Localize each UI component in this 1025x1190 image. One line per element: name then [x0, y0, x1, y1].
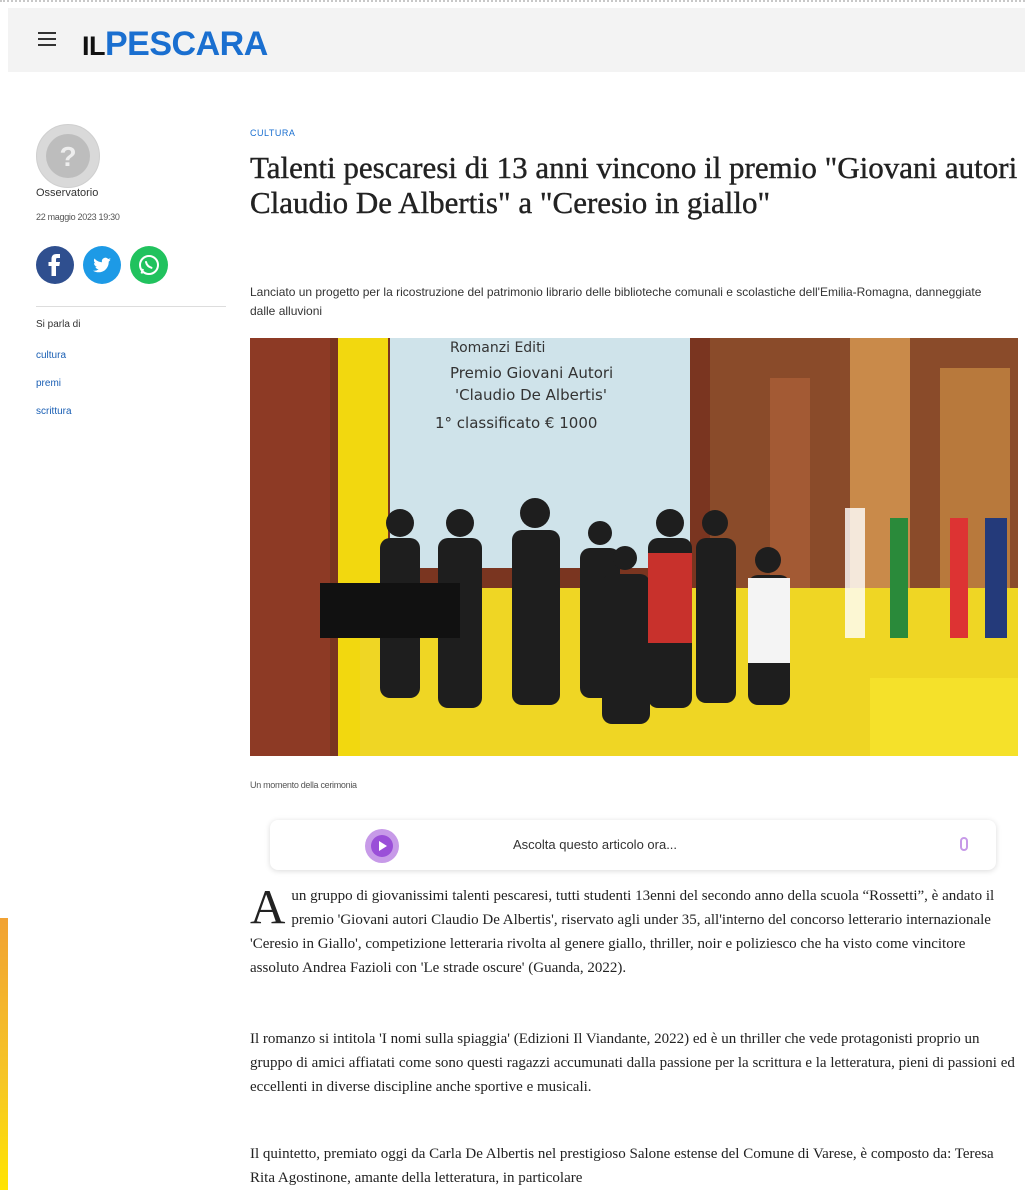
photo-screen-text-3: 1° classificato € 1000 [435, 414, 597, 432]
paragraph-1-text: un gruppo di giovanissimi talenti pescar… [250, 888, 995, 976]
facebook-icon [48, 254, 60, 276]
dropcap: A [250, 879, 286, 934]
publish-date: 22 maggio 2023 19:30 [36, 212, 120, 222]
article-photo: Premio Giovani Autori 'Claudio De Albert… [250, 338, 1018, 756]
site-header: ILPESCARA [8, 8, 1025, 72]
article-title: Talenti pescaresi di 13 anni vincono il … [250, 150, 1018, 220]
author-name[interactable]: Osservatorio [36, 187, 98, 199]
topics-label: Si parla di [36, 319, 81, 330]
photo-caption: Un momento della cerimonia [250, 780, 357, 790]
article-paragraph-3: Il quintetto, premiato oggi da Carla De … [250, 1146, 994, 1186]
photo-screen-text-1: Premio Giovani Autori [450, 364, 613, 382]
svg-text:?: ? [59, 141, 76, 172]
audio-player[interactable]: Ascolta questo articolo ora... [270, 820, 996, 870]
section-label[interactable]: CULTURA [250, 128, 295, 138]
top-border [0, 0, 1025, 6]
photo-screen-text-0: Romanzi Editi [450, 340, 545, 356]
tag-scrittura[interactable]: scrittura [36, 406, 72, 417]
whatsapp-share-button[interactable] [130, 246, 168, 284]
sidebar-divider [36, 306, 226, 307]
audio-brand-icon [960, 837, 968, 851]
menu-icon[interactable] [38, 32, 56, 46]
left-edge-banner [0, 918, 8, 1190]
logo-il: IL [82, 31, 106, 61]
tag-cultura[interactable]: cultura [36, 350, 66, 361]
site-logo[interactable]: ILPESCARA [82, 26, 268, 64]
article-paragraph-1: Aun gruppo di giovanissimi talenti pesca… [250, 879, 1016, 980]
whatsapp-icon [139, 255, 159, 275]
facebook-share-button[interactable] [36, 246, 74, 284]
audio-label[interactable]: Ascolta questo articolo ora... [513, 837, 677, 852]
tag-premi[interactable]: premi [36, 378, 61, 389]
article-subtitle: Lanciato un progetto per la ricostruzion… [250, 285, 982, 318]
article-paragraph-2: Il romanzo si intitola 'I nomi sulla spi… [250, 1031, 1015, 1095]
author-avatar: ? [36, 124, 100, 188]
twitter-icon [93, 257, 111, 273]
twitter-share-button[interactable] [83, 246, 121, 284]
logo-name: PESCARA [105, 25, 268, 63]
photo-screen-text-2: 'Claudio De Albertis' [455, 386, 607, 404]
play-icon[interactable] [365, 829, 399, 863]
